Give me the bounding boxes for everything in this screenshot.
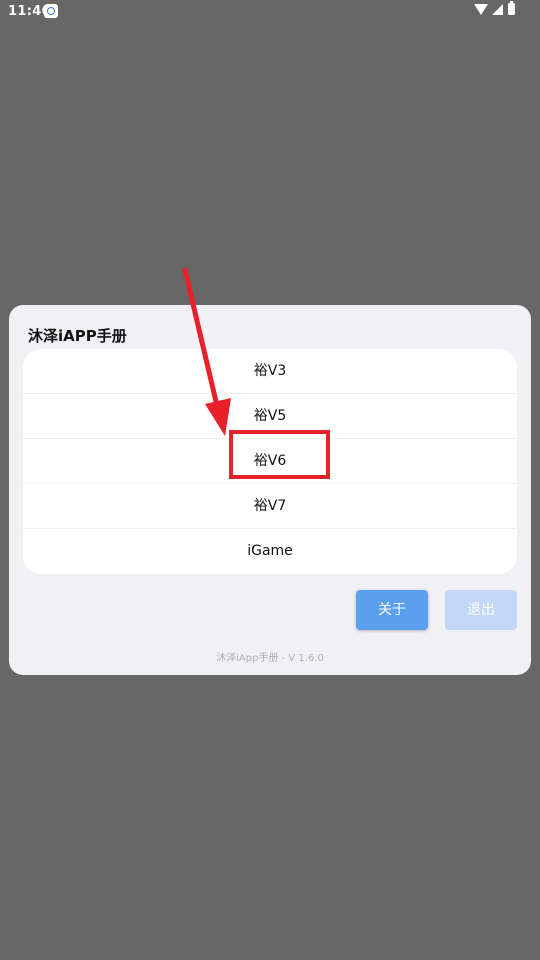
status-bar: 11:46: [0, 0, 540, 24]
dialog: 沐泽iAPP手册 裕V3 裕V5 裕V6 裕V7 iGame 关于 退出 沐泽i…: [9, 305, 531, 675]
signal-icon: [492, 4, 503, 15]
footer-version: 沐泽iApp手册 - V 1.6.0: [216, 653, 324, 664]
notification-icon: [44, 4, 58, 18]
about-button[interactable]: 关于: [356, 590, 428, 630]
battery-icon: [508, 1, 515, 15]
option-item-v3[interactable]: 裕V3: [23, 349, 517, 394]
wifi-icon: [474, 4, 488, 15]
highlight-box: [229, 430, 330, 479]
dialog-title: 沐泽iAPP手册: [28, 327, 127, 345]
exit-button[interactable]: 退出: [445, 590, 517, 630]
option-item-igame[interactable]: iGame: [23, 529, 517, 574]
option-item-v7[interactable]: 裕V7: [23, 484, 517, 529]
